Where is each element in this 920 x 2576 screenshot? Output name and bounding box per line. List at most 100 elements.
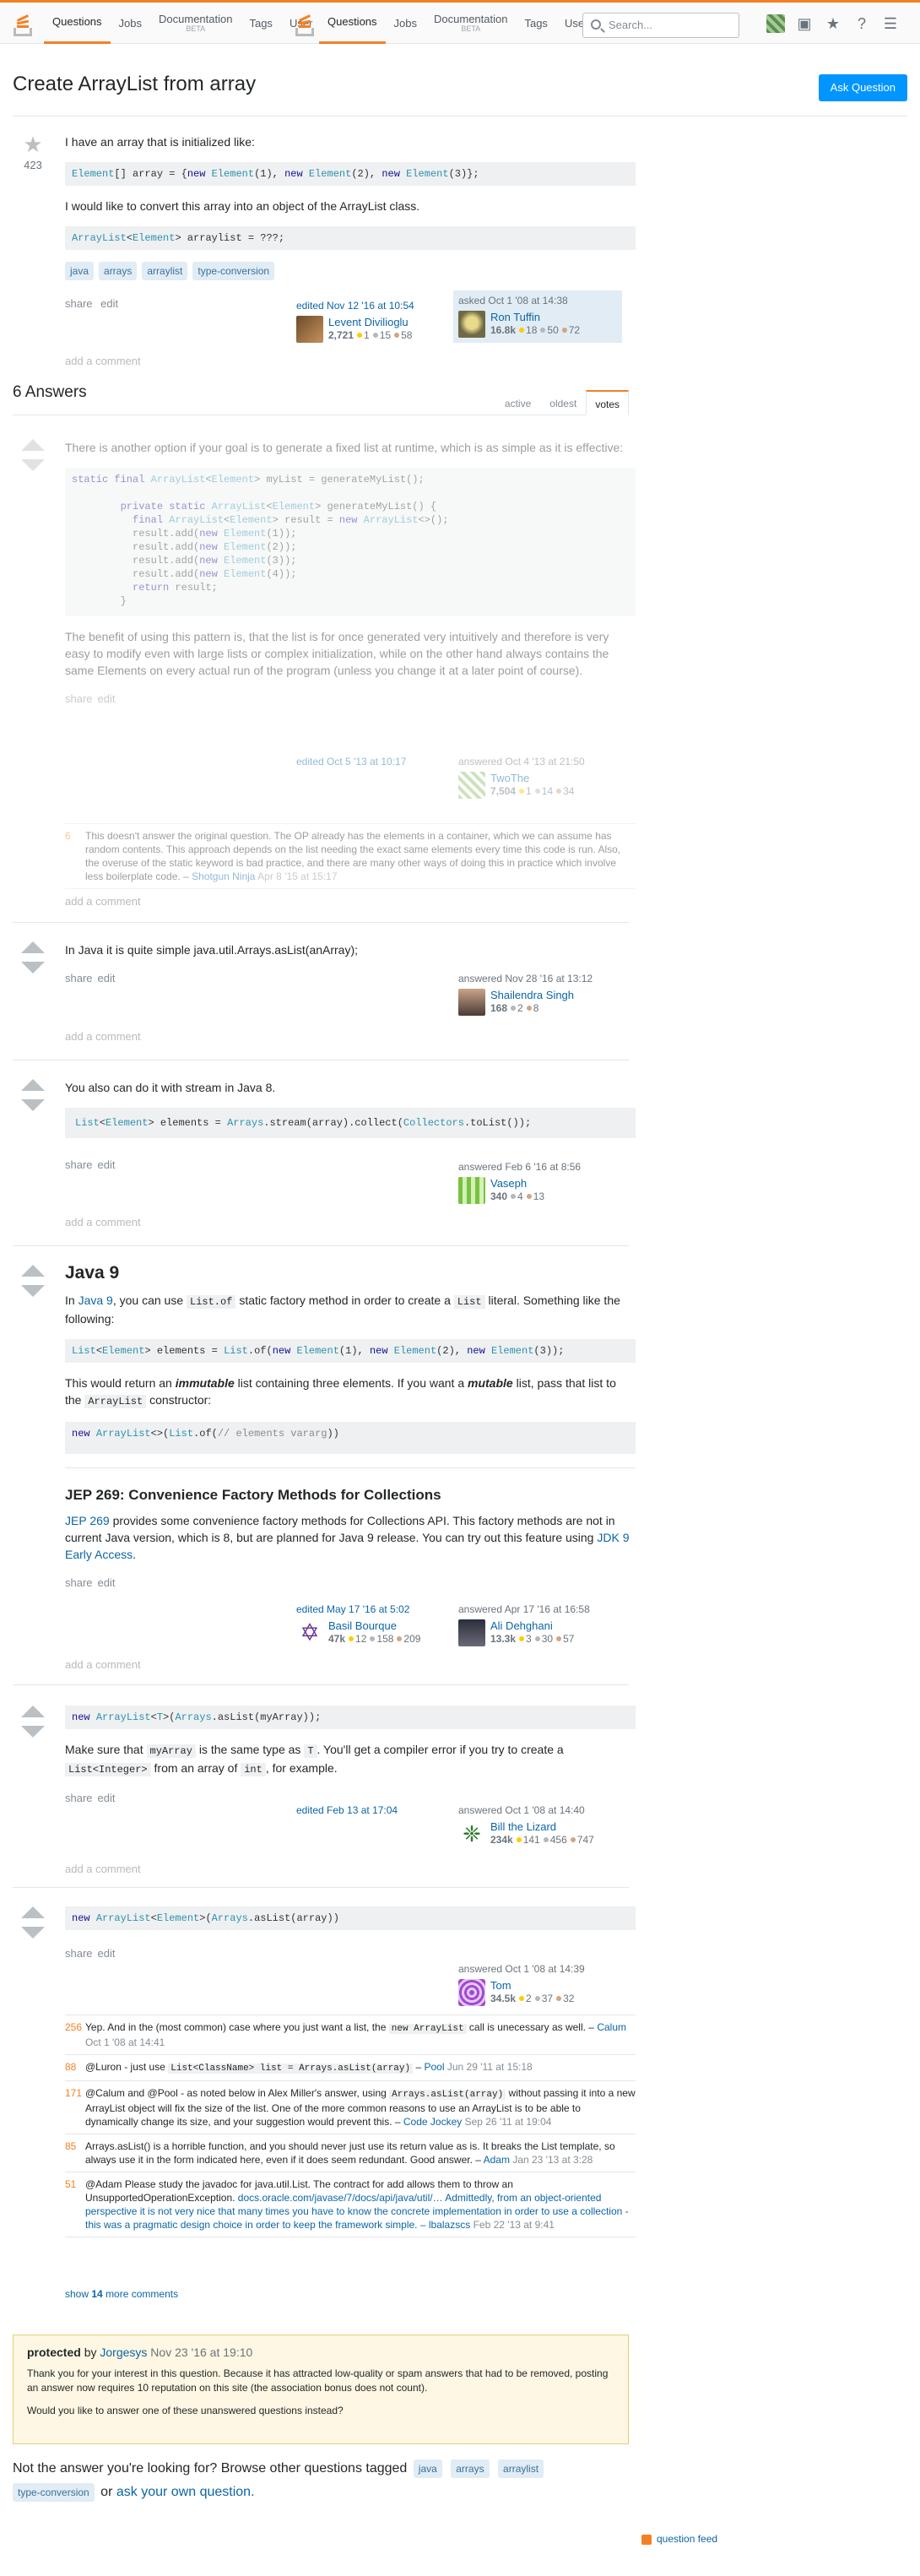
- user-name-link[interactable]: Vaseph: [490, 1177, 544, 1190]
- share-link[interactable]: share: [65, 1947, 93, 1960]
- tab-votes[interactable]: votes: [586, 390, 629, 415]
- user-avatar[interactable]: ❈: [458, 1820, 485, 1847]
- vote-down-icon[interactable]: [21, 1285, 45, 1297]
- edit-link[interactable]: edit: [98, 1947, 116, 1960]
- vote-down-icon[interactable]: [21, 1099, 45, 1111]
- vote-up-icon[interactable]: [21, 1906, 45, 1918]
- share-link[interactable]: share: [65, 692, 93, 705]
- user-avatar[interactable]: ✡: [296, 1619, 323, 1646]
- ask-question-button[interactable]: Ask Question: [818, 74, 907, 101]
- user-avatar[interactable]: [296, 316, 323, 343]
- edit-link[interactable]: edit: [98, 1576, 116, 1589]
- add-comment-link[interactable]: add a comment: [65, 895, 141, 908]
- edit-link[interactable]: edit: [98, 692, 116, 705]
- tab-active[interactable]: active: [495, 390, 540, 415]
- edited-signature: edited Feb 13 at 17:04: [291, 1800, 460, 1821]
- vote-up-icon[interactable]: [21, 439, 45, 451]
- nav-documentation[interactable]: Documentation BETA: [150, 3, 241, 44]
- java9-link[interactable]: Java 9: [78, 1293, 113, 1307]
- question-feed-link[interactable]: question feed: [641, 2533, 717, 2545]
- user-name-link[interactable]: Ron Tuffin: [490, 311, 580, 323]
- nav-left: Questions Jobs DocumentationBETA Tags Us…: [44, 3, 321, 44]
- nav-jobs-2[interactable]: Jobs: [386, 3, 425, 44]
- vote-up-icon[interactable]: [21, 1706, 45, 1717]
- answer-text: The benefit of using this pattern is, th…: [65, 630, 609, 677]
- add-comment-link[interactable]: add a comment: [65, 1030, 141, 1043]
- user-name-link[interactable]: Tom: [490, 1979, 574, 1992]
- comment-user-link[interactable]: Adam: [484, 2154, 510, 2166]
- tag-java[interactable]: java: [65, 262, 95, 280]
- nav-documentation-2[interactable]: Documentation BETA: [425, 3, 516, 44]
- tab-oldest[interactable]: oldest: [540, 390, 586, 415]
- divider: [13, 1245, 629, 1246]
- user-name-link[interactable]: Basil Bourque: [328, 1619, 420, 1632]
- user-avatar[interactable]: [458, 1619, 485, 1646]
- share-link[interactable]: share: [65, 972, 93, 984]
- edit-link[interactable]: edit: [98, 1792, 116, 1804]
- comment-user-link[interactable]: lbalazscs: [429, 2219, 470, 2231]
- tag-arrays[interactable]: arrays: [99, 262, 138, 280]
- menu-hamburger-icon[interactable]: ☰: [881, 14, 900, 33]
- edit-link[interactable]: edit: [98, 1158, 116, 1171]
- comment-user-link[interactable]: Code Jockey: [403, 2116, 462, 2128]
- protector-user-link[interactable]: Jorgesys: [100, 2346, 147, 2359]
- user-avatar[interactable]: [766, 14, 785, 33]
- share-link[interactable]: share: [65, 1576, 93, 1589]
- nav-tags-2[interactable]: Tags: [516, 3, 555, 44]
- user-name-link[interactable]: Bill the Lizard: [490, 1820, 594, 1833]
- user-avatar[interactable]: [458, 311, 485, 338]
- comment-user-link[interactable]: Calum: [597, 2021, 626, 2033]
- share-link[interactable]: share: [65, 297, 93, 310]
- edited-time-link[interactable]: edited Nov 12 '16 at 10:54: [296, 300, 414, 312]
- answers-count: 6 Answers: [13, 383, 87, 401]
- user-name-link[interactable]: Ali Dehghani: [490, 1619, 574, 1632]
- edited-time-link[interactable]: edited Oct 5 '13 at 10:17: [296, 756, 406, 767]
- user-avatar[interactable]: [458, 1177, 485, 1204]
- stackoverflow-logo-icon-2[interactable]: [294, 9, 317, 38]
- vote-down-icon[interactable]: [21, 459, 45, 471]
- favorite-star-icon[interactable]: ★: [13, 133, 53, 155]
- tag-java[interactable]: java: [413, 2459, 442, 2478]
- nav-tags[interactable]: Tags: [241, 3, 280, 44]
- ask-own-question-link[interactable]: ask your own question.: [116, 2485, 255, 2499]
- tag-arraylist[interactable]: arraylist: [498, 2459, 544, 2478]
- tag-type-conversion[interactable]: type-conversion: [192, 262, 275, 280]
- edited-time-link[interactable]: edited May 17 '16 at 5:02: [296, 1603, 409, 1615]
- vote-up-icon[interactable]: [21, 941, 45, 953]
- vote-down-icon[interactable]: [21, 1726, 45, 1738]
- vote-down-icon[interactable]: [21, 1927, 45, 1939]
- edit-link[interactable]: edit: [98, 972, 116, 984]
- vote-up-icon[interactable]: [21, 1265, 45, 1277]
- user-name-link[interactable]: Shailendra Singh: [490, 989, 574, 1001]
- user-avatar[interactable]: [458, 1979, 485, 2006]
- help-icon[interactable]: ?: [852, 14, 871, 33]
- show-more-comments-link[interactable]: show 14 more comments: [65, 2288, 178, 2300]
- share-link[interactable]: share: [65, 1792, 93, 1804]
- comment-user-link[interactable]: Pool: [424, 2061, 444, 2073]
- add-comment-link[interactable]: add a comment: [65, 1216, 141, 1228]
- edit-link[interactable]: edit: [100, 297, 118, 310]
- vote-up-icon[interactable]: [21, 1079, 45, 1091]
- user-name-link[interactable]: TwoThe: [490, 772, 574, 784]
- add-comment-link[interactable]: add a comment: [65, 1863, 141, 1875]
- question-title[interactable]: Create ArrayList from array: [13, 73, 256, 96]
- nav-questions[interactable]: Questions: [44, 3, 111, 44]
- share-link[interactable]: share: [65, 1158, 93, 1171]
- jep269-link[interactable]: JEP 269: [65, 1514, 110, 1527]
- add-comment-link[interactable]: add a comment: [65, 1658, 141, 1671]
- tag-arrays[interactable]: arrays: [451, 2459, 490, 2478]
- achievements-trophy-icon[interactable]: ★: [824, 14, 842, 33]
- nav-jobs[interactable]: Jobs: [111, 3, 150, 44]
- tag-arraylist[interactable]: arraylist: [142, 262, 188, 280]
- vote-down-icon[interactable]: [21, 962, 45, 973]
- user-name-link[interactable]: Levent Divilioglu: [328, 316, 412, 328]
- add-comment-link[interactable]: add a comment: [65, 355, 141, 367]
- search-input[interactable]: Search...: [582, 13, 739, 38]
- nav-questions-2[interactable]: Questions: [319, 3, 386, 44]
- edited-time-link[interactable]: edited Feb 13 at 17:04: [296, 1804, 398, 1816]
- user-avatar[interactable]: [458, 772, 485, 799]
- tag-type-conversion[interactable]: type-conversion: [13, 2483, 95, 2502]
- inbox-icon[interactable]: ▣: [795, 14, 814, 33]
- stackoverflow-logo-icon[interactable]: [12, 9, 35, 38]
- user-avatar[interactable]: [458, 989, 485, 1016]
